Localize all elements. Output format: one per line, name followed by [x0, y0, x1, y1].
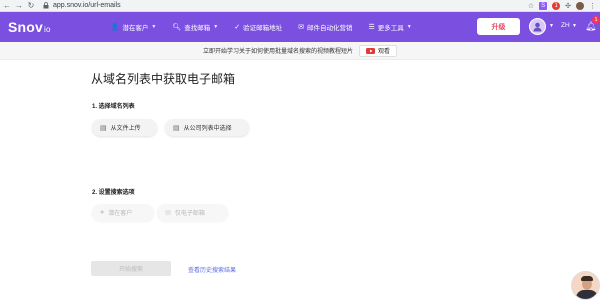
forward-arrow-icon[interactable]: →: [14, 1, 24, 11]
logo[interactable]: Snovio: [8, 19, 51, 35]
menu-item-find-emails[interactable]: 🔍︎ 查找邮箱 ▼: [172, 22, 218, 32]
chevron-down-icon: ▼: [151, 24, 157, 30]
profile-avatar[interactable]: [576, 1, 584, 10]
section-domain-list-label: 1. 选择域名列表: [92, 104, 135, 110]
chevron-down-icon: ▼: [406, 24, 412, 30]
search-history-link[interactable]: 查看历史搜索结果: [188, 265, 236, 274]
back-arrow-icon[interactable]: ←: [2, 1, 12, 11]
email-only-option-button[interactable]: ✉ 仅电子邮箱: [157, 204, 228, 221]
webcam-overlay: [571, 271, 600, 300]
list-icon: ☰: [368, 24, 375, 31]
app-header: Snovio 👤 潜在客户 ▼ 🔍︎ 查找邮箱 ▼ ✓ 验证邮箱地址 ✉ 邮件自…: [0, 12, 600, 42]
check-circle-icon: ✓: [234, 24, 241, 31]
chevron-down-icon[interactable]: ▼: [572, 23, 577, 29]
user-avatar[interactable]: [529, 18, 546, 35]
menu-item-verify-emails[interactable]: ✓ 验证邮箱地址: [234, 22, 282, 32]
chevron-down-icon: ▼: [213, 24, 219, 30]
browser-toolbar: ← → ↻ app.snov.io/url-emails ☆ S 1 ✣ ⋮: [0, 0, 600, 12]
mail-icon: ✉: [165, 209, 171, 217]
promo-bar: 立即开始学习关于如何使用批量域名搜索的视频教程短片 观看: [0, 42, 600, 60]
extension-badge-icon[interactable]: 1: [552, 1, 561, 10]
star-icon[interactable]: ☆: [528, 2, 534, 10]
main-menu: 👤 潜在客户 ▼ 🔍︎ 查找邮箱 ▼ ✓ 验证邮箱地址 ✉ 邮件自动化营销 ☰ …: [111, 22, 412, 32]
section-search-options-label: 2. 设置搜索选项: [92, 190, 135, 196]
start-search-button[interactable]: 开始搜索: [91, 261, 171, 276]
users-icon: 👤: [110, 24, 120, 31]
kebab-menu-icon[interactable]: ⋮: [589, 2, 596, 10]
chevron-down-icon[interactable]: ▼: [549, 23, 554, 29]
page-title: 从域名列表中获取电子邮箱: [91, 72, 236, 86]
menu-item-more-tools[interactable]: ☰ 更多工具 ▼: [368, 22, 411, 32]
reload-icon[interactable]: ↻: [26, 1, 36, 11]
user-icon: ●: [100, 209, 105, 216]
promo-text: 立即开始学习关于如何使用批量域名搜索的视频教程短片: [202, 49, 353, 55]
list-icon: ▤: [173, 124, 180, 132]
prospects-option-button[interactable]: ● 潜在客户: [92, 204, 154, 221]
upload-file-button[interactable]: ▤ 从文件上传: [92, 119, 157, 136]
notification-badge: 1: [592, 16, 600, 24]
language-selector[interactable]: ZH: [561, 22, 570, 29]
lock-icon: [42, 2, 50, 10]
puzzle-icon[interactable]: ✣: [565, 2, 571, 10]
file-icon: ▤: [100, 124, 107, 132]
upgrade-button[interactable]: 升级: [477, 18, 520, 35]
youtube-icon: [366, 47, 375, 54]
watch-video-button[interactable]: 观看: [359, 44, 398, 57]
company-list-button[interactable]: ▤ 从公司列表中选择: [165, 119, 249, 136]
search-icon: 🔍︎: [172, 24, 182, 31]
menu-item-drip-campaigns[interactable]: ✉ 邮件自动化营销: [298, 22, 352, 32]
browser-extensions: ☆ S 1 ✣ ⋮: [528, 1, 600, 10]
snov-extension-icon[interactable]: S: [539, 1, 548, 10]
mail-icon: ✉: [298, 24, 304, 31]
menu-item-prospects[interactable]: 👤 潜在客户 ▼: [111, 22, 157, 32]
address-bar[interactable]: app.snov.io/url-emails: [53, 2, 121, 9]
